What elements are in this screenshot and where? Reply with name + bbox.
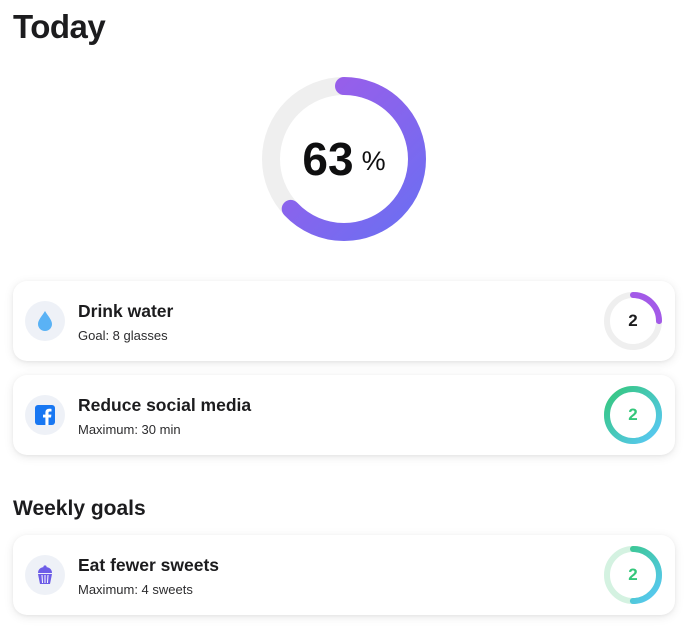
progress-number: 63 <box>302 133 354 185</box>
daily-progress: 63 % <box>0 60 692 270</box>
habit-subtitle: Maximum: 30 min <box>78 422 181 437</box>
habit-card-drink-water[interactable]: Drink water Goal: 8 glasses 2 <box>13 281 675 361</box>
cupcake-icon <box>25 555 65 595</box>
goal-subtitle: Maximum: 4 sweets <box>78 582 193 597</box>
habit-title: Reduce social media <box>78 395 252 415</box>
goal-progress-ring[interactable]: 2 <box>603 545 663 605</box>
weekly-goals-heading: Weekly goals <box>13 497 146 520</box>
weekly-goal-card-eat-fewer-sweets[interactable]: Eat fewer sweets Maximum: 4 sweets 2 <box>13 535 675 615</box>
habit-count: 2 <box>628 311 638 330</box>
habit-card-reduce-social-media[interactable]: Reduce social media Maximum: 30 min 2 <box>13 375 675 455</box>
habit-progress-ring[interactable]: 2 <box>603 291 663 351</box>
habit-subtitle: Goal: 8 glasses <box>78 328 168 343</box>
habit-title: Drink water <box>78 301 174 321</box>
facebook-icon <box>25 395 65 435</box>
daily-progress-value: 63 % <box>259 74 429 244</box>
page-title: Today <box>13 8 106 45</box>
goal-title: Eat fewer sweets <box>78 555 220 575</box>
habit-progress-ring[interactable]: 2 <box>603 385 663 445</box>
progress-unit: % <box>361 145 386 176</box>
water-drop-icon <box>25 301 65 341</box>
habit-count: 2 <box>628 405 638 424</box>
goal-count: 2 <box>628 565 638 584</box>
